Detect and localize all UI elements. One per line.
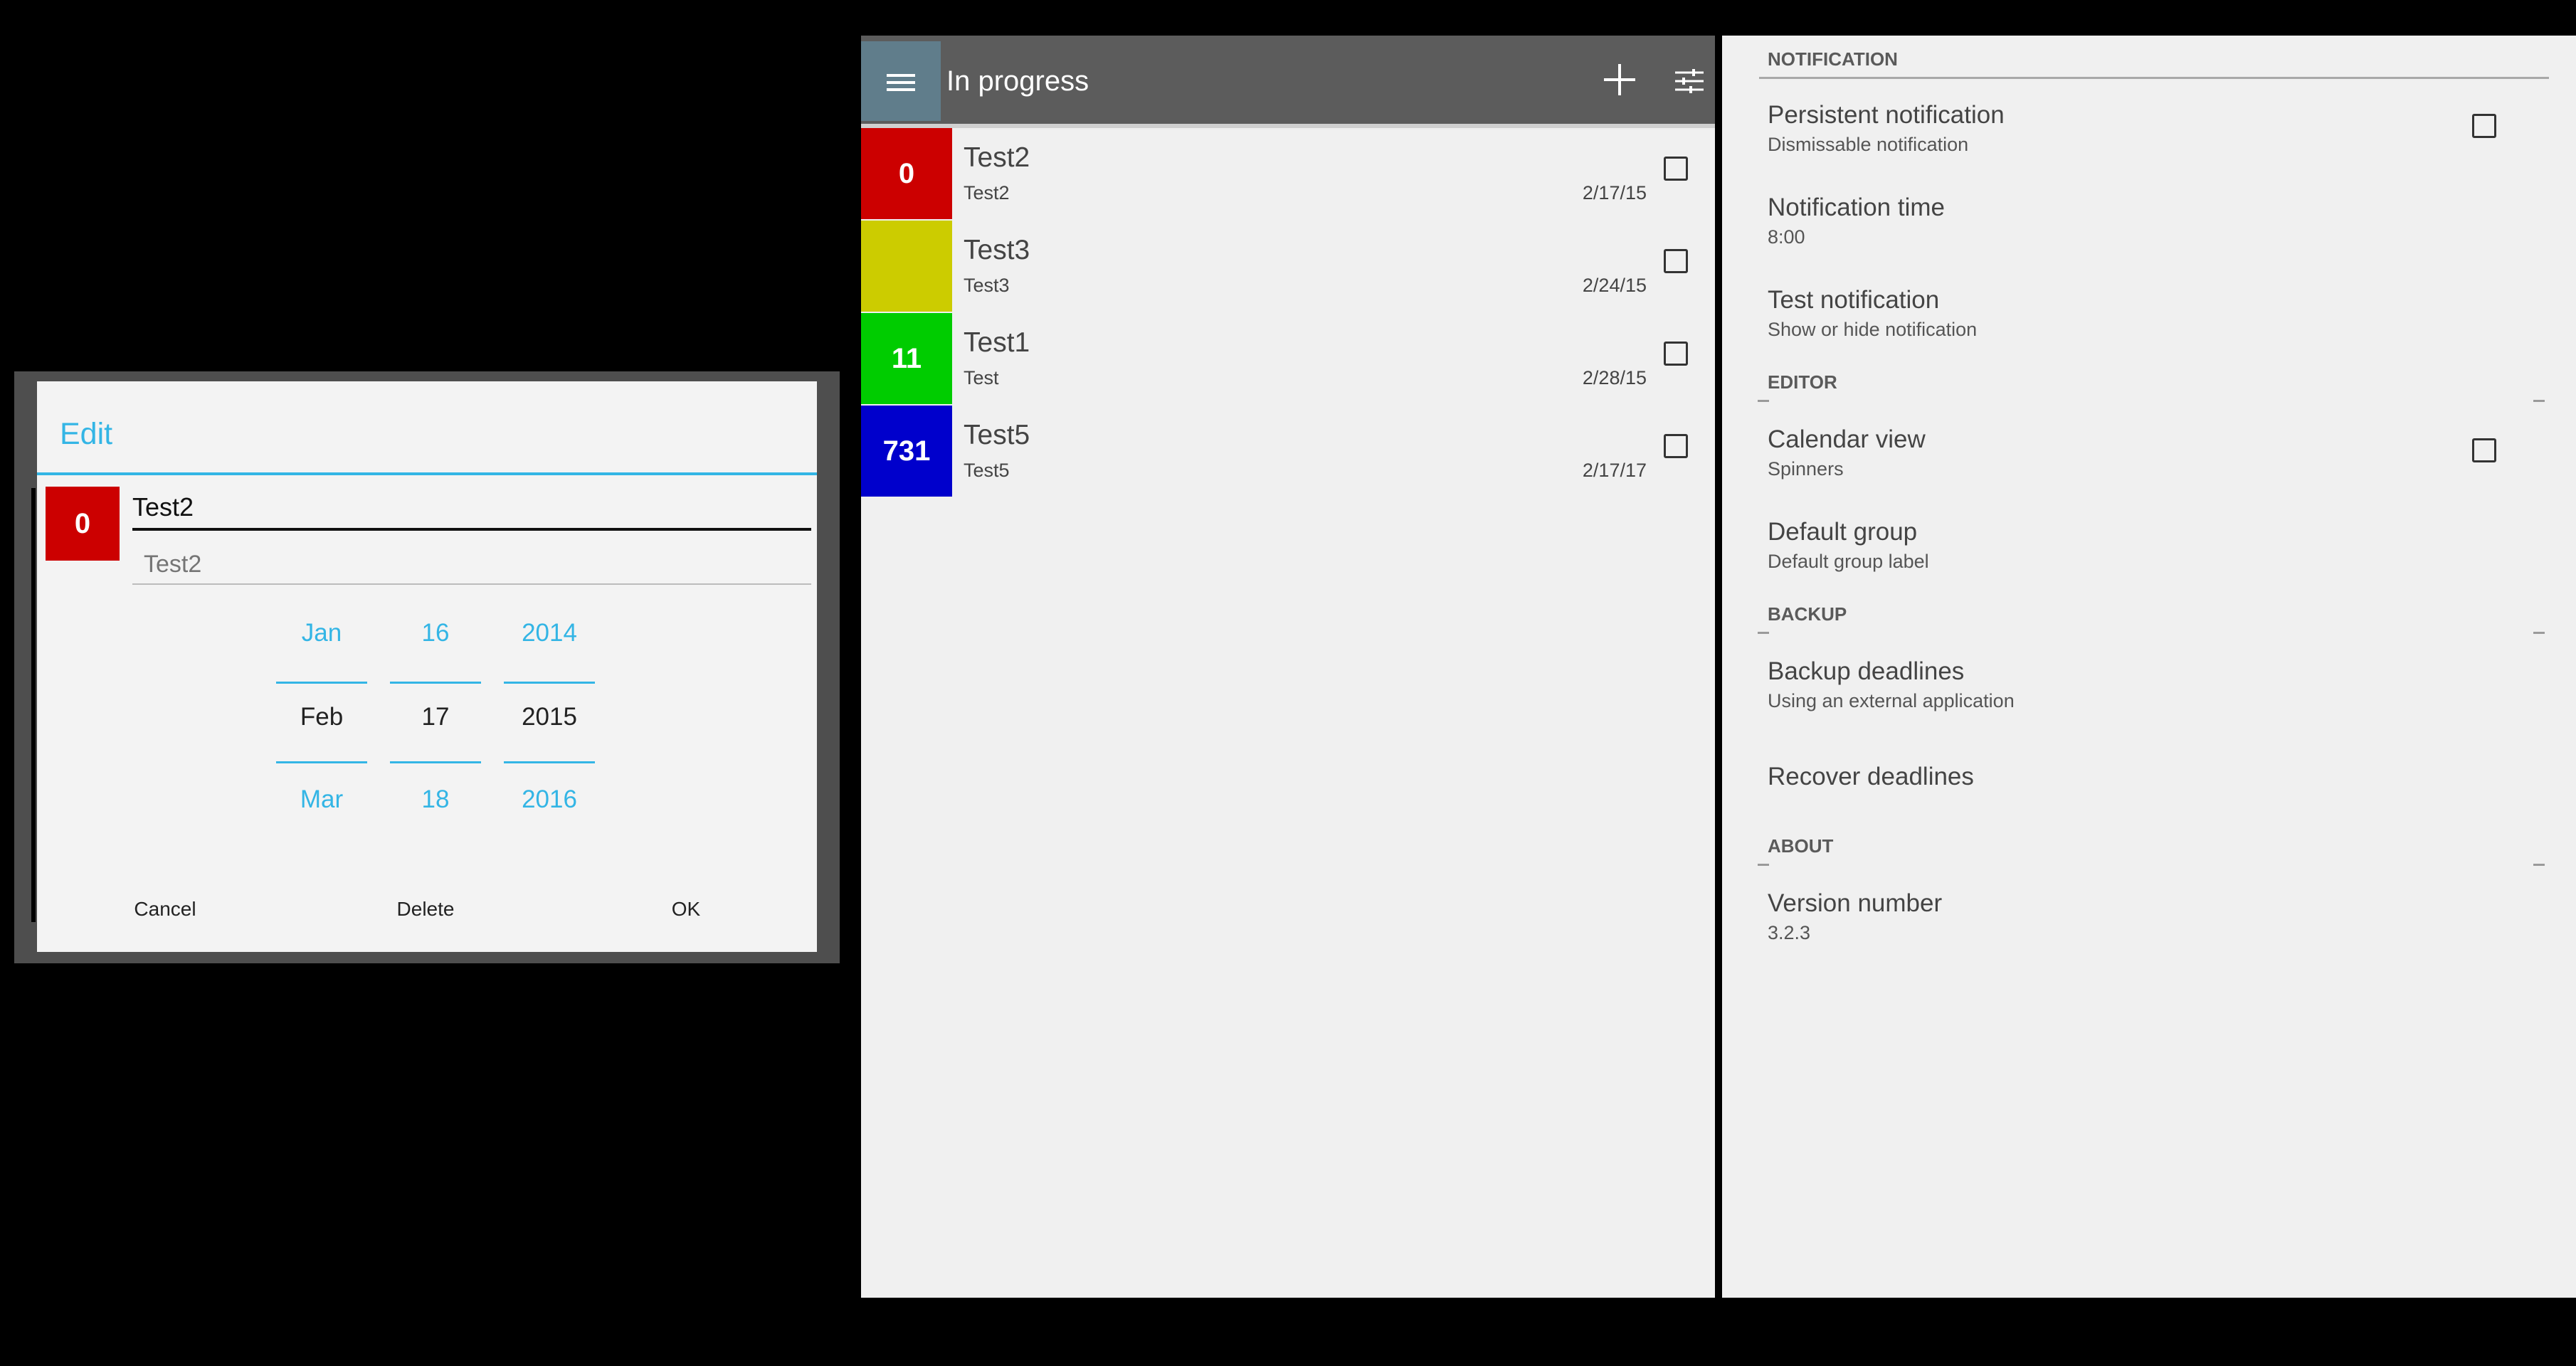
pref-summary: Dismissable notification	[1768, 134, 1969, 155]
spinner-divider	[504, 682, 595, 684]
section-divider	[1758, 400, 1769, 402]
pref-title: Version number	[1768, 889, 1943, 917]
section-header-backup: BACKUP	[1768, 603, 1847, 625]
persistent-notification-checkbox[interactable]	[2472, 114, 2496, 138]
app-bar: In progress	[861, 36, 1715, 124]
item-title: Test2	[964, 142, 1030, 173]
list-item[interactable]: 731 Test5 Test5 2/17/17	[861, 406, 1715, 497]
item-checkbox[interactable]	[1664, 342, 1688, 366]
pref-title: Default group	[1768, 518, 1918, 546]
list-item[interactable]: 0 Test2 Test2 2/17/15	[861, 128, 1715, 219]
year-current[interactable]: 2015	[504, 703, 595, 731]
item-title: Test5	[964, 420, 1030, 450]
item-title: Test1	[964, 327, 1030, 358]
days-left-badge	[861, 221, 952, 312]
section-divider	[1758, 864, 1769, 866]
item-checkbox[interactable]	[1664, 434, 1688, 458]
section-header-notification: NOTIFICATION	[1768, 48, 1898, 70]
spinner-divider	[390, 761, 481, 763]
pref-title: Calendar view	[1768, 425, 1926, 453]
filter-settings-icon[interactable]	[1674, 67, 1705, 95]
item-subtitle: Test2	[964, 182, 1010, 203]
list-item[interactable]: 11 Test1 Test 2/28/15	[861, 313, 1715, 404]
spinner-divider	[390, 682, 481, 684]
pref-title: Notification time	[1768, 194, 1945, 221]
day-spinner[interactable]: 16 17 18	[390, 603, 481, 813]
ok-button[interactable]: OK	[608, 898, 764, 921]
days-left-badge: 0	[861, 128, 952, 219]
section-divider	[1759, 77, 2549, 79]
section-header-about: ABOUT	[1768, 835, 1834, 857]
pref-title: Recover deadlines	[1768, 763, 1974, 790]
pref-summary: 3.2.3	[1768, 922, 1811, 943]
add-icon[interactable]	[1604, 64, 1635, 95]
day-next[interactable]: 18	[390, 785, 481, 814]
spinner-divider	[504, 761, 595, 763]
item-checkbox[interactable]	[1664, 249, 1688, 273]
days-left-badge: 11	[861, 313, 952, 404]
list-item[interactable]: Test3 Test3 2/24/15	[861, 221, 1715, 312]
item-subtitle: Test3	[964, 275, 1010, 296]
section-divider	[2533, 632, 2545, 634]
settings-screen: NOTIFICATION Persistent notification Dis…	[1722, 36, 2576, 1298]
pref-summary: Default group label	[1768, 551, 1929, 572]
delete-button[interactable]: Delete	[347, 898, 504, 921]
name-input[interactable]	[132, 488, 808, 526]
section-header-editor: EDITOR	[1768, 371, 1837, 393]
pref-title: Test notification	[1768, 286, 1940, 314]
day-current[interactable]: 17	[390, 703, 481, 731]
item-date: 2/28/15	[1582, 367, 1647, 388]
item-date: 2/24/15	[1582, 275, 1647, 296]
item-checkbox[interactable]	[1664, 157, 1688, 181]
month-next[interactable]: Mar	[276, 785, 367, 814]
year-prev[interactable]: 2014	[504, 619, 595, 647]
name-input-underline	[132, 528, 811, 531]
dialog-edge	[31, 488, 36, 922]
month-spinner[interactable]: Jan Feb Mar	[276, 603, 367, 813]
days-left-badge: 731	[861, 406, 952, 497]
description-input[interactable]	[144, 546, 806, 582]
dialog-title-divider	[37, 472, 817, 475]
section-divider	[1758, 632, 1769, 634]
pref-title: Persistent notification	[1768, 101, 2005, 129]
day-prev[interactable]: 16	[390, 619, 481, 647]
item-title: Test3	[964, 235, 1030, 265]
spinner-divider	[276, 761, 367, 763]
days-left-badge[interactable]: 0	[46, 487, 120, 561]
dialog-title: Edit	[60, 417, 113, 451]
month-current[interactable]: Feb	[276, 703, 367, 731]
edit-dialog-frame: Edit 0 Jan Feb Mar 16 17 18 2014 2015 20…	[14, 371, 840, 963]
pref-summary: Spinners	[1768, 458, 1844, 480]
deadline-list-screen: In progress 0 Test2 Test2 2/17/15 Test3 …	[861, 36, 1715, 1298]
item-date: 2/17/15	[1582, 182, 1647, 203]
pref-summary: 8:00	[1768, 226, 1805, 248]
pref-title: Backup deadlines	[1768, 657, 1965, 685]
pref-summary: Show or hide notification	[1768, 319, 1978, 340]
item-subtitle: Test	[964, 367, 999, 388]
app-bar-title: In progress	[946, 65, 1089, 97]
item-subtitle: Test5	[964, 460, 1010, 481]
edit-dialog: Edit 0 Jan Feb Mar 16 17 18 2014 2015 20…	[31, 381, 817, 952]
item-date: 2/17/17	[1582, 460, 1647, 481]
pref-summary: Using an external application	[1768, 690, 2015, 711]
spinner-divider	[276, 682, 367, 684]
calendar-view-checkbox[interactable]	[2472, 438, 2496, 462]
year-spinner[interactable]: 2014 2015 2016	[504, 603, 595, 813]
year-next[interactable]: 2016	[504, 785, 595, 814]
month-prev[interactable]: Jan	[276, 619, 367, 647]
section-divider	[2533, 864, 2545, 866]
description-input-underline	[132, 583, 811, 585]
cancel-button[interactable]: Cancel	[87, 898, 243, 921]
section-divider	[2533, 400, 2545, 402]
menu-button[interactable]	[861, 41, 941, 121]
